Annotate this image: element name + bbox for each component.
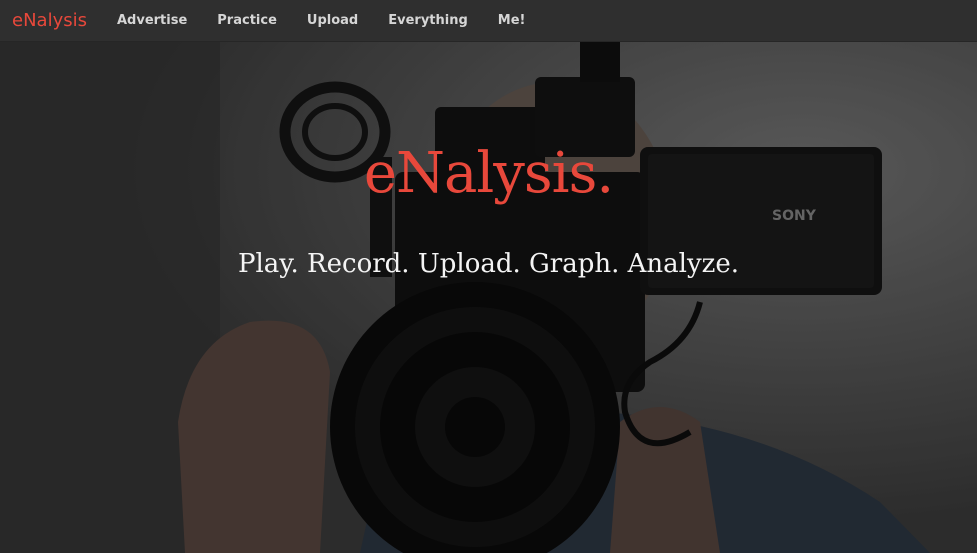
nav-me[interactable]: Me! (483, 13, 541, 28)
hero-section: SONY eNalysis. Play. Record. Upload. Gra… (0, 42, 977, 553)
top-navbar: eNalysis Advertise Practice Upload Every… (0, 0, 977, 42)
nav-advertise[interactable]: Advertise (102, 13, 202, 28)
nav-upload[interactable]: Upload (292, 13, 373, 28)
nav-practice[interactable]: Practice (202, 13, 292, 28)
hero-tagline: Play. Record. Upload. Graph. Analyze. (237, 249, 740, 279)
brand-link[interactable]: eNalysis (0, 10, 102, 31)
nav-everything[interactable]: Everything (373, 13, 483, 28)
hero-background-image: SONY (0, 42, 977, 553)
hero-title: eNalysis. (363, 141, 614, 206)
